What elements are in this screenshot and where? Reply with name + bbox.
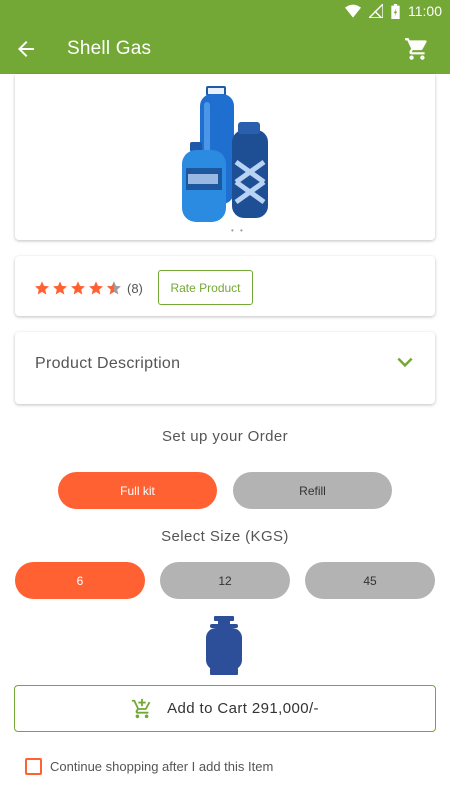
- gas-cylinder-icon: [206, 616, 242, 675]
- star-icon: [35, 281, 49, 295]
- size-option-6[interactable]: 6: [15, 562, 145, 599]
- star-icon: [71, 281, 85, 295]
- half-star-icon: [107, 281, 121, 295]
- chevron-down-icon[interactable]: [395, 352, 415, 372]
- rate-product-button[interactable]: Rate Product: [158, 270, 253, 305]
- no-signal-icon: [369, 4, 383, 18]
- add-to-cart-button[interactable]: Add to Cart 291,000/-: [14, 685, 436, 732]
- star-rating: [34, 280, 122, 296]
- rating-card: (8) Rate Product: [15, 256, 435, 316]
- continue-shopping-row[interactable]: Continue shopping after I add this Item: [25, 758, 273, 775]
- star-icon: [89, 281, 103, 295]
- add-shopping-cart-icon: [131, 698, 151, 718]
- size-option-12[interactable]: 12: [160, 562, 290, 599]
- status-bar: 11:00: [0, 0, 450, 24]
- page-title: Shell Gas: [67, 38, 152, 59]
- full-kit-option[interactable]: Full kit: [58, 472, 217, 509]
- status-icons: 11:00: [345, 3, 442, 19]
- star-icon: [53, 281, 67, 295]
- product-description-card[interactable]: Product Description: [15, 332, 435, 404]
- rating-count: (8): [127, 281, 143, 296]
- battery-charging-icon: [391, 3, 400, 19]
- carousel-dots[interactable]: • •: [231, 226, 245, 235]
- size-option-45[interactable]: 45: [305, 562, 435, 599]
- add-to-cart-label: Add to Cart 291,000/-: [167, 700, 319, 717]
- order-heading: Set up your Order: [161, 428, 289, 445]
- status-time: 11:00: [408, 3, 442, 19]
- arrow-back-icon[interactable]: [14, 37, 38, 61]
- continue-shopping-checkbox[interactable]: [25, 758, 42, 775]
- size-heading: Select Size (KGS): [161, 528, 289, 545]
- continue-shopping-label: Continue shopping after I add this Item: [50, 759, 274, 774]
- wifi-icon: [345, 4, 361, 18]
- app-bar: Shell Gas: [0, 24, 450, 74]
- product-image-card: • •: [15, 74, 435, 240]
- gas-cylinders-image[interactable]: [180, 82, 270, 227]
- shopping-cart-icon[interactable]: [404, 36, 430, 62]
- refill-option[interactable]: Refill: [233, 472, 392, 509]
- product-description-title: Product Description: [35, 355, 181, 372]
